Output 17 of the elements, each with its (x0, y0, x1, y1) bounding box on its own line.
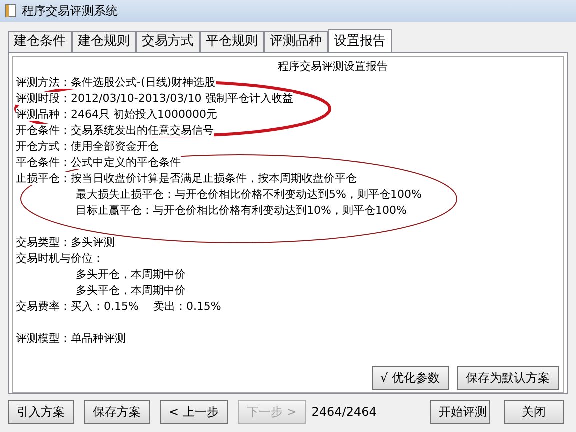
window-title: 程序交易评测系统 (22, 3, 118, 20)
footer-button[interactable]: < 上一步 (160, 400, 228, 424)
tab[interactable]: 平仓规则 (200, 31, 264, 52)
report-title: 程序交易评测设置报告 (277, 59, 389, 75)
panel-button[interactable]: √ 优化参数 (372, 366, 449, 390)
tab[interactable]: 评测品种 (264, 31, 328, 52)
footer-button[interactable]: 开始评测 (430, 400, 490, 424)
panel-button[interactable]: 保存为默认方案 (457, 366, 559, 390)
footer-button[interactable]: 引入方案 (8, 400, 74, 424)
tab[interactable]: 建仓条件 (8, 31, 72, 52)
tab[interactable]: 交易方式 (136, 31, 200, 52)
footer-button[interactable]: 关闭 (504, 400, 564, 424)
document-icon (4, 4, 18, 18)
footer-button[interactable]: 保存方案 (84, 400, 150, 424)
tab[interactable]: 设置报告 (328, 29, 392, 53)
tab[interactable]: 建仓规则 (72, 31, 136, 52)
progress-counter: 2464/2464 (312, 404, 377, 421)
